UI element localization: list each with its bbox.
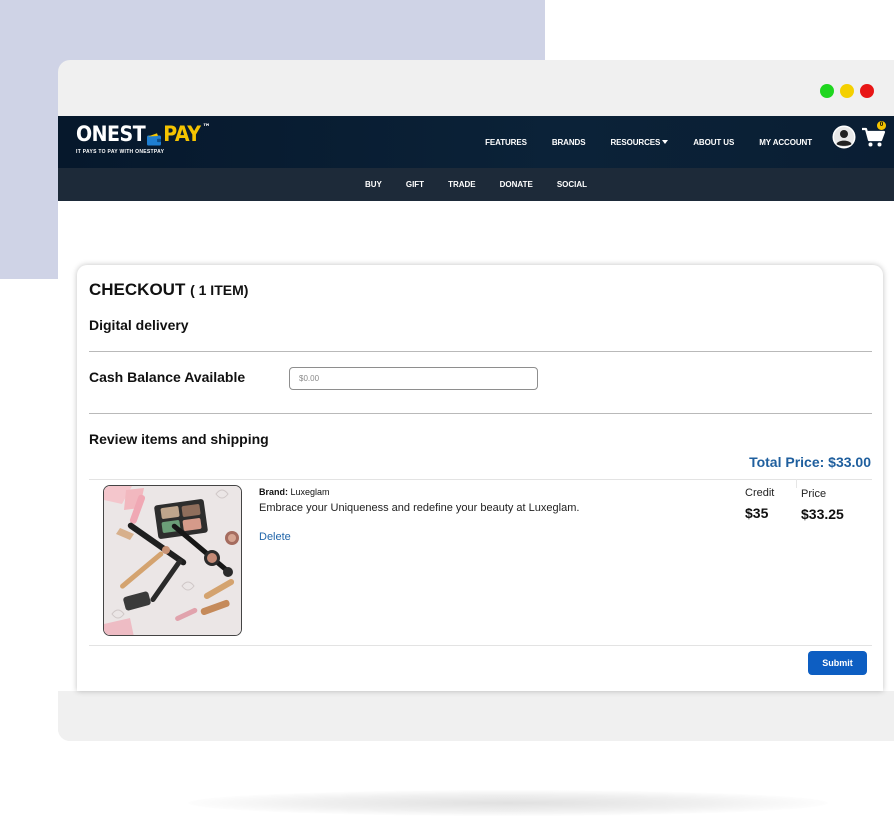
trademark-symbol: ™ — [202, 122, 211, 133]
price-value: $33.25 — [801, 506, 844, 522]
logo-tagline: IT PAYS TO PAY WITH ONESTPAY — [76, 149, 165, 155]
credit-value: $35 — [745, 505, 769, 521]
subnav-buy[interactable]: BUY — [365, 180, 382, 189]
minimize-button[interactable] — [840, 84, 854, 98]
cart-count-badge: 0 — [877, 121, 886, 130]
price-column-divider — [796, 479, 797, 488]
divider — [89, 479, 872, 480]
nav-my-account[interactable]: MY ACCOUNT — [759, 138, 812, 147]
nav-resources[interactable]: RESOURCES — [610, 137, 669, 147]
caret-down-icon — [662, 140, 669, 145]
nav-brands[interactable]: BRANDS — [552, 138, 586, 147]
divider — [89, 645, 872, 646]
subnav-gift[interactable]: GIFT — [406, 180, 424, 189]
main-nav: FEATURES BRANDS RESOURCES ABOUT US MY AC… — [460, 116, 812, 168]
window-controls — [820, 84, 874, 98]
subnav-trade[interactable]: TRADE — [448, 180, 476, 189]
subnav-donate[interactable]: DONATE — [500, 180, 533, 189]
secondary-navbar: BUY GIFT TRADE DONATE SOCIAL — [58, 168, 894, 201]
credit-label: Credit — [745, 487, 775, 499]
logo-text-left: ONEST — [76, 122, 146, 147]
divider — [89, 351, 872, 352]
review-items-label: Review items and shipping — [89, 431, 269, 447]
account-icon[interactable] — [832, 125, 856, 149]
drop-shadow — [188, 790, 828, 816]
product-image — [103, 485, 242, 636]
brand-label: Brand: — [259, 487, 288, 497]
nav-features[interactable]: FEATURES — [485, 138, 527, 147]
delete-item-link[interactable]: Delete — [259, 531, 291, 543]
checkout-title: CHECKOUT ( 1 ITEM) — [89, 280, 248, 300]
divider — [89, 413, 872, 414]
logo-text-right: PAY — [163, 122, 201, 147]
checkout-title-text: CHECKOUT — [89, 280, 186, 299]
subnav-social[interactable]: SOCIAL — [557, 180, 587, 189]
checkout-card: CHECKOUT ( 1 ITEM) Digital delivery Cash… — [77, 265, 883, 691]
close-button[interactable] — [860, 84, 874, 98]
price-label: Price — [801, 488, 827, 500]
cash-balance-input[interactable] — [289, 367, 538, 390]
brand-name: Luxeglam — [290, 487, 330, 497]
wallet-icon — [146, 127, 162, 145]
browser-footer — [58, 691, 894, 741]
maximize-button[interactable] — [820, 84, 834, 98]
nav-resources-label: RESOURCES — [610, 137, 661, 147]
nav-about-us[interactable]: ABOUT US — [693, 138, 734, 147]
delivery-label: Digital delivery — [89, 317, 189, 333]
total-price: Total Price: $33.00 — [749, 454, 871, 470]
submit-button[interactable]: Submit — [808, 651, 867, 675]
onestpay-logo[interactable]: ONEST PAY ™ IT PAYS TO PAY WITH ONESTPAY — [76, 122, 210, 155]
product-brand: Brand: Luxeglam — [259, 487, 330, 497]
product-description: Embrace your Uniqueness and redefine you… — [259, 502, 580, 514]
top-navbar: ONEST PAY ™ IT PAYS TO PAY WITH ONESTPAY… — [58, 116, 894, 168]
checkout-item-count: ( 1 ITEM) — [190, 282, 249, 298]
cash-balance-label: Cash Balance Available — [89, 369, 246, 385]
